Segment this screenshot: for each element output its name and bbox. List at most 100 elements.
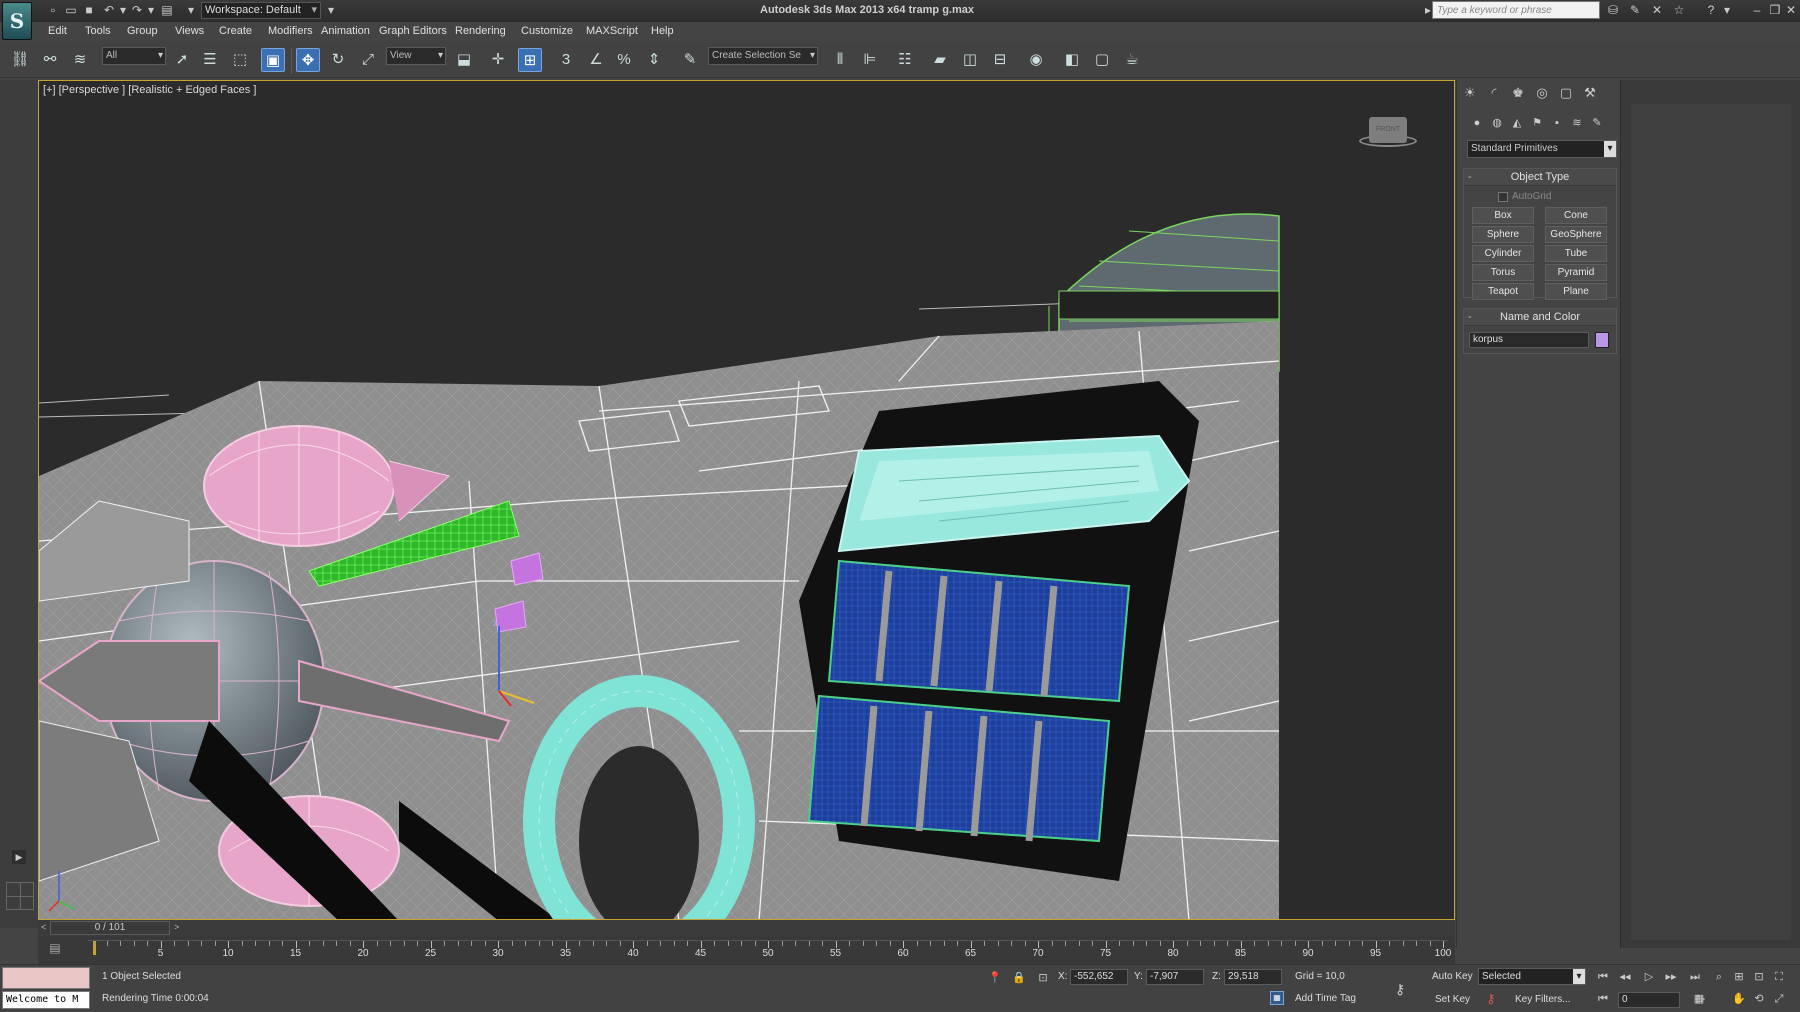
mirror-icon[interactable]: ⫴ [828, 48, 852, 72]
next-frame-icon[interactable]: ▸▸ [1662, 969, 1680, 985]
z-coordinate-field[interactable]: 29,518 [1224, 969, 1282, 985]
select-and-manipulate-icon[interactable]: ✛ [486, 48, 510, 72]
shapes-icon[interactable]: ◍ [1487, 114, 1507, 132]
help-dropdown-icon[interactable]: ▾ [1720, 4, 1734, 17]
key-mode-icon[interactable]: ⚷ [1395, 981, 1405, 998]
curve-editor-icon[interactable]: ◫ [958, 48, 982, 72]
create-icon[interactable]: ☀ [1459, 83, 1481, 103]
pan-view-icon[interactable]: ✋ [1730, 991, 1748, 1007]
set-key-button[interactable]: Set Key [1435, 994, 1470, 1005]
absolute-relative-icon[interactable]: ⊡ [1036, 971, 1050, 985]
time-tag-icon[interactable]: ▦ [1270, 991, 1284, 1005]
communication-center-icon[interactable]: ✕ [1650, 4, 1664, 17]
snaps-toggle-icon[interactable]: 3 [554, 48, 578, 72]
search-input[interactable]: Type a keyword or phrase [1432, 1, 1600, 19]
current-frame-field[interactable]: 0 [1618, 992, 1680, 1008]
name-and-color-header[interactable]: - Name and Color [1464, 309, 1616, 326]
time-slider-prev-icon[interactable]: < [41, 922, 46, 932]
reference-coordinate-dropdown[interactable]: View [386, 47, 446, 65]
save-file-icon[interactable]: ■ [82, 4, 96, 17]
systems-icon[interactable]: ✎ [1587, 114, 1607, 132]
collapse-icon[interactable]: - [1468, 169, 1472, 186]
cylinder-button[interactable]: Cylinder [1472, 245, 1534, 262]
subscription-center-icon[interactable]: ✎ [1628, 4, 1642, 17]
align-icon[interactable]: ⊫ [858, 48, 882, 72]
undo-dropdown-icon[interactable]: ▾ [116, 4, 130, 17]
play-arrow-icon[interactable]: ▶ [12, 850, 26, 864]
project-folder-icon[interactable]: ▤ [160, 4, 174, 17]
edit-named-selection-icon[interactable]: ✎ [678, 48, 702, 72]
schematic-view-icon[interactable]: ⊟ [988, 48, 1012, 72]
select-and-scale-icon[interactable]: ⤢ [356, 48, 380, 72]
window-crossing-icon[interactable]: ▣ [261, 48, 285, 72]
favorites-star-icon[interactable]: ☆ [1672, 4, 1686, 17]
checkbox-icon[interactable] [1498, 192, 1508, 202]
spacewarps-icon[interactable]: ≋ [1567, 114, 1587, 132]
set-key-icon[interactable]: ⚷ [1486, 991, 1496, 1007]
new-file-icon[interactable]: ▫ [46, 4, 60, 17]
menu-group[interactable]: Group [127, 25, 158, 37]
motion-icon[interactable]: ◎ [1531, 83, 1553, 103]
render-setup-icon[interactable]: ◧ [1060, 48, 1084, 72]
object-color-swatch[interactable] [1595, 332, 1609, 348]
select-and-rotate-icon[interactable]: ↻ [326, 48, 350, 72]
redo-dropdown-icon[interactable]: ▾ [144, 4, 158, 17]
key-mode-dropdown[interactable]: Selected [1478, 968, 1586, 985]
mini-curve-editor-icon[interactable]: ▤ [46, 941, 64, 957]
time-slider[interactable]: 0 / 101 [50, 921, 170, 935]
modify-icon[interactable]: ◜ [1483, 83, 1505, 103]
lights-icon[interactable]: ◭ [1507, 114, 1527, 132]
select-and-link-icon[interactable]: ⛓ [8, 48, 32, 72]
help-icon[interactable]: ? [1704, 4, 1718, 17]
viewcube[interactable]: FRONT [1369, 117, 1407, 143]
hierarchy-icon[interactable]: ♚ [1507, 83, 1529, 103]
sphere-button[interactable]: Sphere [1472, 226, 1534, 243]
maxscript-input[interactable]: Welcome to M [2, 991, 90, 1009]
select-by-name-icon[interactable]: ☰ [198, 48, 222, 72]
object-name-field[interactable]: korpus [1469, 332, 1589, 348]
menu-create[interactable]: Create [219, 25, 252, 37]
viewport-label[interactable]: [+] [Perspective ] [Realistic + Edged Fa… [43, 84, 256, 96]
rectangular-selection-icon[interactable]: ⬚ [228, 48, 252, 72]
menu-rendering[interactable]: Rendering [455, 25, 506, 37]
select-object-icon[interactable]: ➚ [170, 48, 194, 72]
zoom-extents-icon[interactable]: ⊡ [1750, 969, 1768, 985]
helpers-icon[interactable]: ▪ [1547, 114, 1567, 132]
menu-tools[interactable]: Tools [85, 25, 111, 37]
time-slider-next-icon[interactable]: > [174, 922, 179, 932]
play-icon[interactable]: ▷ [1640, 969, 1658, 985]
collapse-icon[interactable]: - [1468, 309, 1472, 326]
tube-button[interactable]: Tube [1545, 245, 1607, 262]
spinner-snap-icon[interactable]: ⇕ [642, 48, 666, 72]
cone-button[interactable]: Cone [1545, 207, 1607, 224]
menu-modifiers[interactable]: Modifiers [268, 25, 313, 37]
teapot-button[interactable]: Teapot [1472, 283, 1534, 300]
key-mode-toggle-icon[interactable]: ⏮ [1594, 991, 1612, 1007]
track-bar[interactable]: 5 10 15 20 25 30 35 40 45 50 55 60 65 70 75 80 85 90 95 100 [88, 940, 1451, 960]
pivot-center-icon[interactable]: ⬓ [452, 48, 476, 72]
x-coordinate-field[interactable]: -552,652 [1070, 969, 1128, 985]
menu-customize[interactable]: Customize [521, 25, 573, 37]
zoom-all-icon[interactable]: ⊞ [1730, 969, 1748, 985]
geosphere-button[interactable]: GeoSphere [1545, 226, 1607, 243]
maximize-viewport-icon[interactable]: ⤢ [1770, 991, 1788, 1007]
geometry-icon[interactable]: ● [1467, 114, 1487, 132]
selection-lock-icon[interactable]: 🔒 [1012, 971, 1026, 985]
key-filters-button[interactable]: Key Filters... [1515, 994, 1571, 1005]
viewport-layout-icon[interactable] [6, 882, 34, 910]
box-button[interactable]: Box [1472, 207, 1534, 224]
field-of-view-icon[interactable]: ▷ [1692, 991, 1710, 1007]
keyboard-shortcut-override-icon[interactable]: ⊞ [518, 48, 542, 72]
angle-snap-icon[interactable]: ∠ [584, 48, 608, 72]
previous-frame-icon[interactable]: ◂◂ [1616, 969, 1634, 985]
maxscript-listener-mini[interactable] [2, 967, 90, 989]
y-coordinate-field[interactable]: -7,907 [1146, 969, 1204, 985]
isolate-selection-icon[interactable]: 📍 [988, 971, 1002, 985]
cameras-icon[interactable]: ⚑ [1527, 114, 1547, 132]
menu-edit[interactable]: Edit [48, 25, 67, 37]
display-icon[interactable]: ▢ [1555, 83, 1577, 103]
pyramid-button[interactable]: Pyramid [1545, 264, 1607, 281]
zoom-icon[interactable]: ⌕ [1710, 969, 1728, 985]
selection-filter-dropdown[interactable]: All [102, 47, 166, 65]
object-type-header[interactable]: - Object Type [1464, 169, 1616, 186]
